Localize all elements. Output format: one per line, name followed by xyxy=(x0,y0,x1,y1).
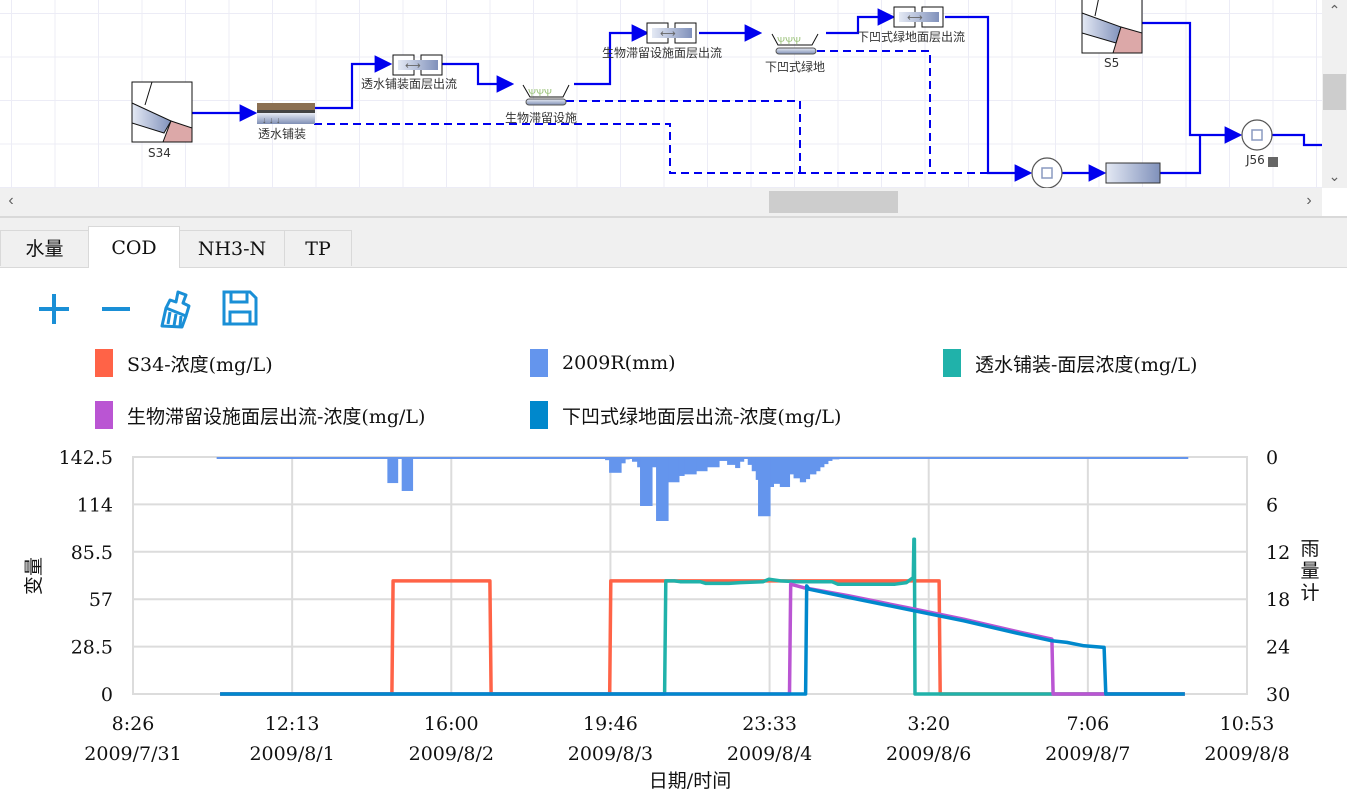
legend-label: 下凹式绿地面层出流-浓度(mg/L) xyxy=(562,405,842,428)
horizontal-scroll-thumb[interactable] xyxy=(769,191,898,213)
clear-button[interactable] xyxy=(156,288,196,329)
svg-text:⟷: ⟷ xyxy=(405,60,421,72)
scroll-up-button[interactable]: ⌃ xyxy=(1322,0,1347,20)
legend-swatch xyxy=(95,401,113,429)
legend-label: 生物滞留设施面层出流-浓度(mg/L) xyxy=(127,405,426,428)
save-button[interactable] xyxy=(220,288,260,328)
horizontal-scrollbar[interactable]: ‹ › xyxy=(0,188,1322,216)
network-diagram-canvas[interactable]: S34 ↓ ↓ ↓ 透水铺装 ⟷ 透水铺装面层出流 ѰѰѰ 生物滞留设施 ⟷ 生… xyxy=(0,0,1322,188)
vertical-scrollbar[interactable]: ⌃ ⌄ xyxy=(1322,0,1347,188)
junction-node[interactable] xyxy=(1031,157,1063,188)
legend-item-rain[interactable]: 2009R(mm) xyxy=(530,348,676,378)
svg-text:生物滞留设施面层出流: 生物滞留设施面层出流 xyxy=(602,46,722,60)
scroll-right-button[interactable]: › xyxy=(1300,192,1318,210)
scroll-corner xyxy=(1322,188,1347,216)
link-j56-out xyxy=(1272,133,1322,147)
selection-handle xyxy=(1268,157,1278,167)
pollutant-tabs: 水量 COD NH3-N TP xyxy=(0,218,1347,268)
chart-panel: S34-浓度(mg/L) 2009R(mm) 透水铺装-面层浓度(mg/L) 生… xyxy=(0,268,1347,810)
vertical-scroll-thumb[interactable] xyxy=(1323,74,1346,110)
svg-text:↓ ↓ ↓: ↓ ↓ ↓ xyxy=(262,115,281,125)
legend-swatch xyxy=(530,401,548,429)
zoom-out-button[interactable] xyxy=(96,288,136,328)
svg-text:下凹式绿地: 下凹式绿地 xyxy=(765,59,825,74)
outlet-paving-outflow[interactable]: ⟷ 透水铺装面层出流 xyxy=(361,54,457,91)
legend-item-bioretention[interactable]: 生物滞留设施面层出流-浓度(mg/L) xyxy=(95,400,425,430)
solid-links xyxy=(192,8,1322,182)
zoom-out-icon xyxy=(102,307,130,311)
svg-text:⟷: ⟷ xyxy=(660,28,676,40)
save-icon xyxy=(222,290,258,326)
scroll-left-button[interactable]: ‹ xyxy=(2,192,20,210)
subcatchment-s34[interactable]: S34 xyxy=(131,81,193,160)
svg-text:J56: J56 xyxy=(1245,153,1265,167)
svg-text:ѰѰѰ: ѰѰѰ xyxy=(528,88,552,99)
outlet-sunken-outflow[interactable]: ⟷ 下凹式绿地面层出流 xyxy=(857,6,965,44)
link-conduit-to-j56 xyxy=(1160,135,1202,175)
junction-j56[interactable]: J56 xyxy=(1241,119,1278,167)
svg-text:S34: S34 xyxy=(148,146,171,160)
legend-label: 透水铺装-面层浓度(mg/L) xyxy=(975,353,1198,376)
tab-water-quantity[interactable]: 水量 xyxy=(0,230,89,266)
subcatchment-s5[interactable]: S5 xyxy=(1081,0,1143,70)
svg-text:透水铺装面层出流: 透水铺装面层出流 xyxy=(361,77,457,91)
conduit-node[interactable] xyxy=(1105,162,1161,184)
svg-text:⟷: ⟷ xyxy=(907,12,923,24)
svg-text:生物滞留设施: 生物滞留设施 xyxy=(505,111,577,125)
legend-item-paving[interactable]: 透水铺装-面层浓度(mg/L) xyxy=(943,348,1197,378)
zoom-in-button[interactable] xyxy=(34,288,74,328)
legend-label: 2009R(mm) xyxy=(562,352,676,374)
svg-text:ѰѰѰ: ѰѰѰ xyxy=(777,36,801,47)
tab-tp[interactable]: TP xyxy=(284,230,352,266)
legend-swatch xyxy=(95,349,113,377)
legend-swatch xyxy=(530,349,548,377)
legend-item-s34[interactable]: S34-浓度(mg/L) xyxy=(95,348,273,378)
lid-permeable-paving[interactable]: ↓ ↓ ↓ 透水铺装 xyxy=(257,103,315,141)
legend-label: S34-浓度(mg/L) xyxy=(127,353,273,376)
lid-sunken-green[interactable]: ѰѰѰ 下凹式绿地 xyxy=(765,33,825,74)
lid-bioretention[interactable]: ѰѰѰ 生物滞留设施 xyxy=(505,84,577,125)
svg-text:透水铺装: 透水铺装 xyxy=(258,127,306,141)
legend-item-sunken[interactable]: 下凹式绿地面层出流-浓度(mg/L) xyxy=(530,400,841,430)
legend-swatch xyxy=(943,349,961,377)
zoom-in-icon xyxy=(39,294,69,324)
tab-nh3n[interactable]: NH3-N xyxy=(179,230,285,266)
outlet-bio-outflow[interactable]: ⟷ 生物滞留设施面层出流 xyxy=(602,22,722,60)
svg-text:下凹式绿地面层出流: 下凹式绿地面层出流 xyxy=(857,29,965,44)
link-s5-to-j56 xyxy=(1142,21,1243,144)
scroll-down-button[interactable]: ⌄ xyxy=(1322,166,1347,186)
tab-cod[interactable]: COD xyxy=(88,226,180,268)
network-diagram-svg: S34 ↓ ↓ ↓ 透水铺装 ⟷ 透水铺装面层出流 ѰѰѰ 生物滞留设施 ⟷ 生… xyxy=(131,0,1322,188)
clear-brush-icon xyxy=(160,290,191,329)
svg-text:S5: S5 xyxy=(1104,56,1119,70)
